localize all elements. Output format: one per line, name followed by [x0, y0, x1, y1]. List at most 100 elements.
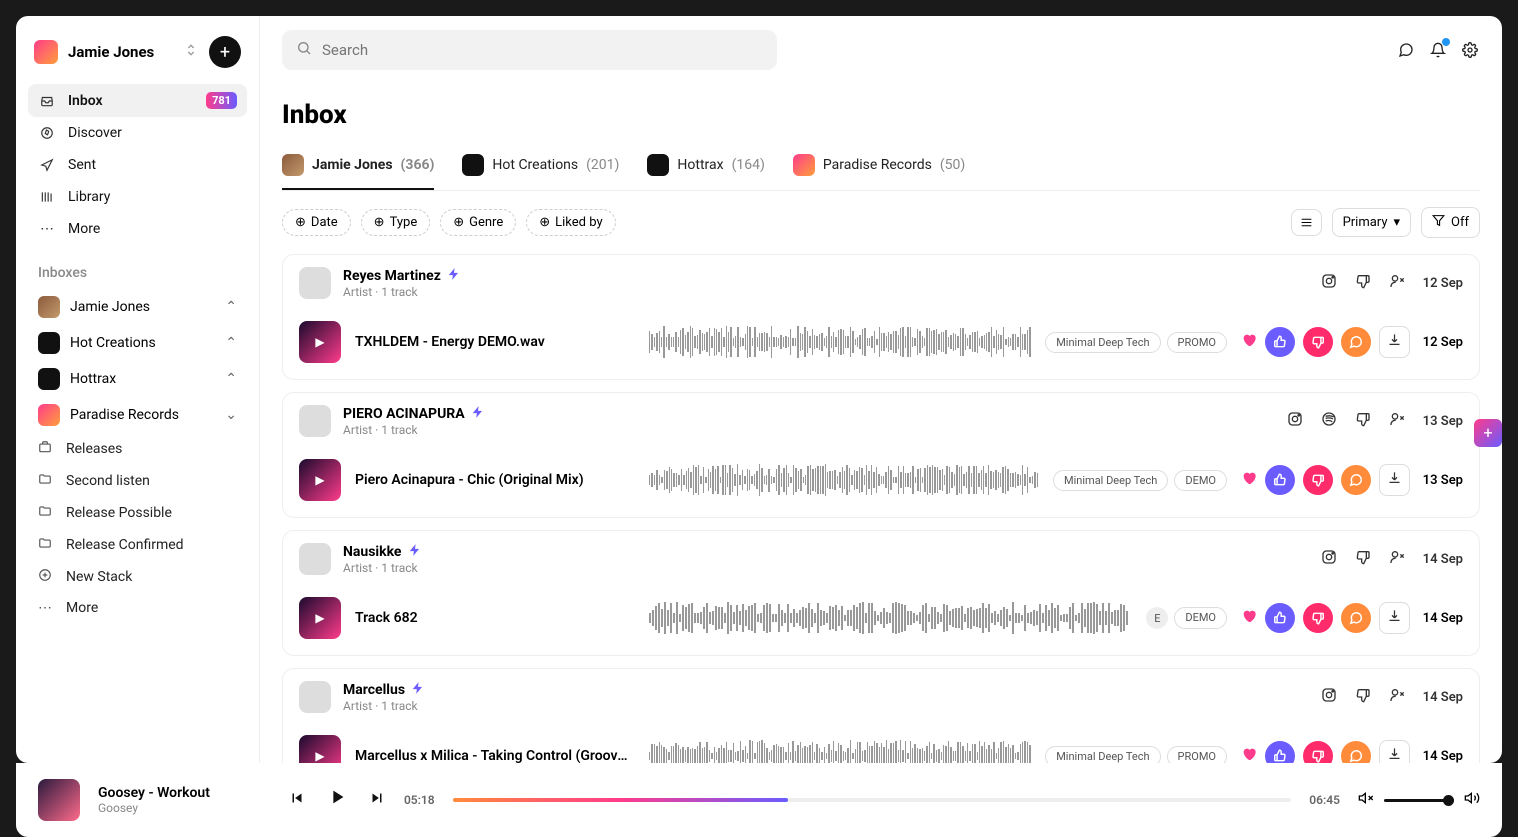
- thumbs-down-icon[interactable]: [1355, 549, 1371, 569]
- nav-sent[interactable]: Sent: [28, 149, 247, 181]
- artist-name[interactable]: Reyes Martinez: [343, 267, 461, 285]
- comment-button[interactable]: [1341, 603, 1371, 633]
- heart-icon[interactable]: [1241, 332, 1257, 352]
- spotify-icon[interactable]: [1321, 411, 1337, 431]
- player-seek[interactable]: [453, 798, 1292, 802]
- nav-discover[interactable]: Discover: [28, 117, 247, 149]
- inbox-item[interactable]: Hottrax⌃: [28, 361, 247, 397]
- inbox-item[interactable]: Jamie Jones⌃: [28, 289, 247, 325]
- heart-icon[interactable]: [1241, 746, 1257, 763]
- chat-icon[interactable]: [1396, 40, 1416, 60]
- comment-button[interactable]: [1341, 465, 1371, 495]
- thumbs-down-button[interactable]: [1303, 603, 1333, 633]
- artist-name[interactable]: Marcellus: [343, 681, 425, 699]
- download-button[interactable]: [1379, 602, 1410, 634]
- user-name[interactable]: Jamie Jones: [68, 43, 173, 61]
- track-name[interactable]: TXHLDEM - Energy DEMO.wav: [355, 334, 635, 350]
- user-x-icon[interactable]: [1389, 549, 1405, 569]
- filter-date[interactable]: ⊕Date: [282, 209, 351, 236]
- player-artwork[interactable]: [38, 779, 80, 821]
- view-list-icon[interactable]: [1291, 209, 1322, 236]
- submission-card: PIERO ACINAPURA Artist · 1 track13 Sep▶P…: [282, 392, 1480, 518]
- thumbs-down-button[interactable]: [1303, 741, 1333, 763]
- mute-icon[interactable]: [1358, 790, 1374, 810]
- thumbs-down-button[interactable]: [1303, 327, 1333, 357]
- artist-avatar[interactable]: [299, 543, 331, 575]
- instagram-icon[interactable]: [1321, 687, 1337, 707]
- track-name[interactable]: Marcellus x Milica - Taking Control (Gro…: [355, 748, 635, 763]
- comment-button[interactable]: [1341, 741, 1371, 763]
- tab-hot-creations[interactable]: Hot Creations (201): [462, 146, 619, 190]
- tab-hottrax[interactable]: Hottrax (164): [647, 146, 764, 190]
- tab-paradise-records[interactable]: Paradise Records (50): [793, 146, 965, 190]
- track-name[interactable]: Track 682: [355, 610, 635, 626]
- thumbs-down-icon[interactable]: [1355, 687, 1371, 707]
- sort-primary[interactable]: Primary▾: [1332, 208, 1411, 237]
- artist-name[interactable]: Nausikke: [343, 543, 422, 561]
- bell-icon[interactable]: [1428, 40, 1448, 60]
- inbox-item[interactable]: Hot Creations⌃: [28, 325, 247, 361]
- artist-avatar[interactable]: [299, 267, 331, 299]
- download-button[interactable]: [1379, 740, 1410, 763]
- prev-icon[interactable]: [288, 789, 306, 812]
- artist-name[interactable]: PIERO ACINAPURA: [343, 405, 485, 423]
- side-add-button[interactable]: +: [1474, 419, 1502, 447]
- instagram-icon[interactable]: [1321, 549, 1337, 569]
- tab-jamie-jones[interactable]: Jamie Jones (366): [282, 146, 434, 190]
- thumbs-up-button[interactable]: [1265, 603, 1295, 633]
- heart-icon[interactable]: [1241, 470, 1257, 490]
- filter-genre[interactable]: ⊕Genre: [440, 209, 516, 236]
- nav-library[interactable]: Library: [28, 181, 247, 213]
- add-button[interactable]: +: [209, 36, 241, 68]
- play-icon[interactable]: [326, 786, 348, 814]
- inbox-item[interactable]: Paradise Records⌄: [28, 397, 247, 433]
- waveform[interactable]: [649, 599, 1132, 637]
- inbox-avatar: [38, 296, 60, 318]
- play-button[interactable]: ▶: [299, 459, 341, 501]
- chevron-up-icon: ⌃: [225, 335, 237, 351]
- track-name[interactable]: Piero Acinapura - Chic (Original Mix): [355, 472, 635, 488]
- search-input[interactable]: [322, 41, 763, 59]
- volume-slider[interactable]: [1384, 799, 1454, 802]
- artist-avatar[interactable]: [299, 405, 331, 437]
- user-switcher-icon[interactable]: [183, 42, 199, 62]
- instagram-icon[interactable]: [1321, 273, 1337, 293]
- filter-off[interactable]: Off: [1421, 207, 1480, 238]
- nav-more[interactable]: ⋯ More: [28, 213, 247, 245]
- thumbs-up-button[interactable]: [1265, 741, 1295, 763]
- next-icon[interactable]: [368, 789, 386, 812]
- waveform[interactable]: [649, 737, 1031, 763]
- inbox-subitem[interactable]: Releases: [28, 433, 247, 465]
- artist-avatar[interactable]: [299, 681, 331, 713]
- waveform[interactable]: [649, 461, 1039, 499]
- search-box[interactable]: [282, 30, 777, 70]
- thumbs-up-button[interactable]: [1265, 465, 1295, 495]
- download-button[interactable]: [1379, 326, 1410, 358]
- waveform[interactable]: [649, 323, 1031, 361]
- inbox-subitem[interactable]: New Stack: [28, 561, 247, 593]
- play-button[interactable]: ▶: [299, 735, 341, 763]
- filter-type[interactable]: ⊕Type: [361, 209, 431, 236]
- inbox-subitem[interactable]: Release Possible: [28, 497, 247, 529]
- filter-likedby[interactable]: ⊕Liked by: [526, 209, 615, 236]
- user-x-icon[interactable]: [1389, 687, 1405, 707]
- inbox-subitem[interactable]: Second listen: [28, 465, 247, 497]
- user-avatar[interactable]: [34, 40, 58, 64]
- nav-inbox[interactable]: Inbox 781: [28, 84, 247, 117]
- user-x-icon[interactable]: [1389, 273, 1405, 293]
- user-x-icon[interactable]: [1389, 411, 1405, 431]
- settings-icon[interactable]: [1460, 40, 1480, 60]
- instagram-icon[interactable]: [1287, 411, 1303, 431]
- thumbs-down-icon[interactable]: [1355, 273, 1371, 293]
- thumbs-down-button[interactable]: [1303, 465, 1333, 495]
- download-button[interactable]: [1379, 464, 1410, 496]
- volume-icon[interactable]: [1464, 790, 1480, 810]
- comment-button[interactable]: [1341, 327, 1371, 357]
- play-button[interactable]: ▶: [299, 321, 341, 363]
- heart-icon[interactable]: [1241, 608, 1257, 628]
- inbox-subitem[interactable]: Release Confirmed: [28, 529, 247, 561]
- thumbs-up-button[interactable]: [1265, 327, 1295, 357]
- inbox-subitem[interactable]: ⋯More: [28, 593, 247, 623]
- play-button[interactable]: ▶: [299, 597, 341, 639]
- thumbs-down-icon[interactable]: [1355, 411, 1371, 431]
